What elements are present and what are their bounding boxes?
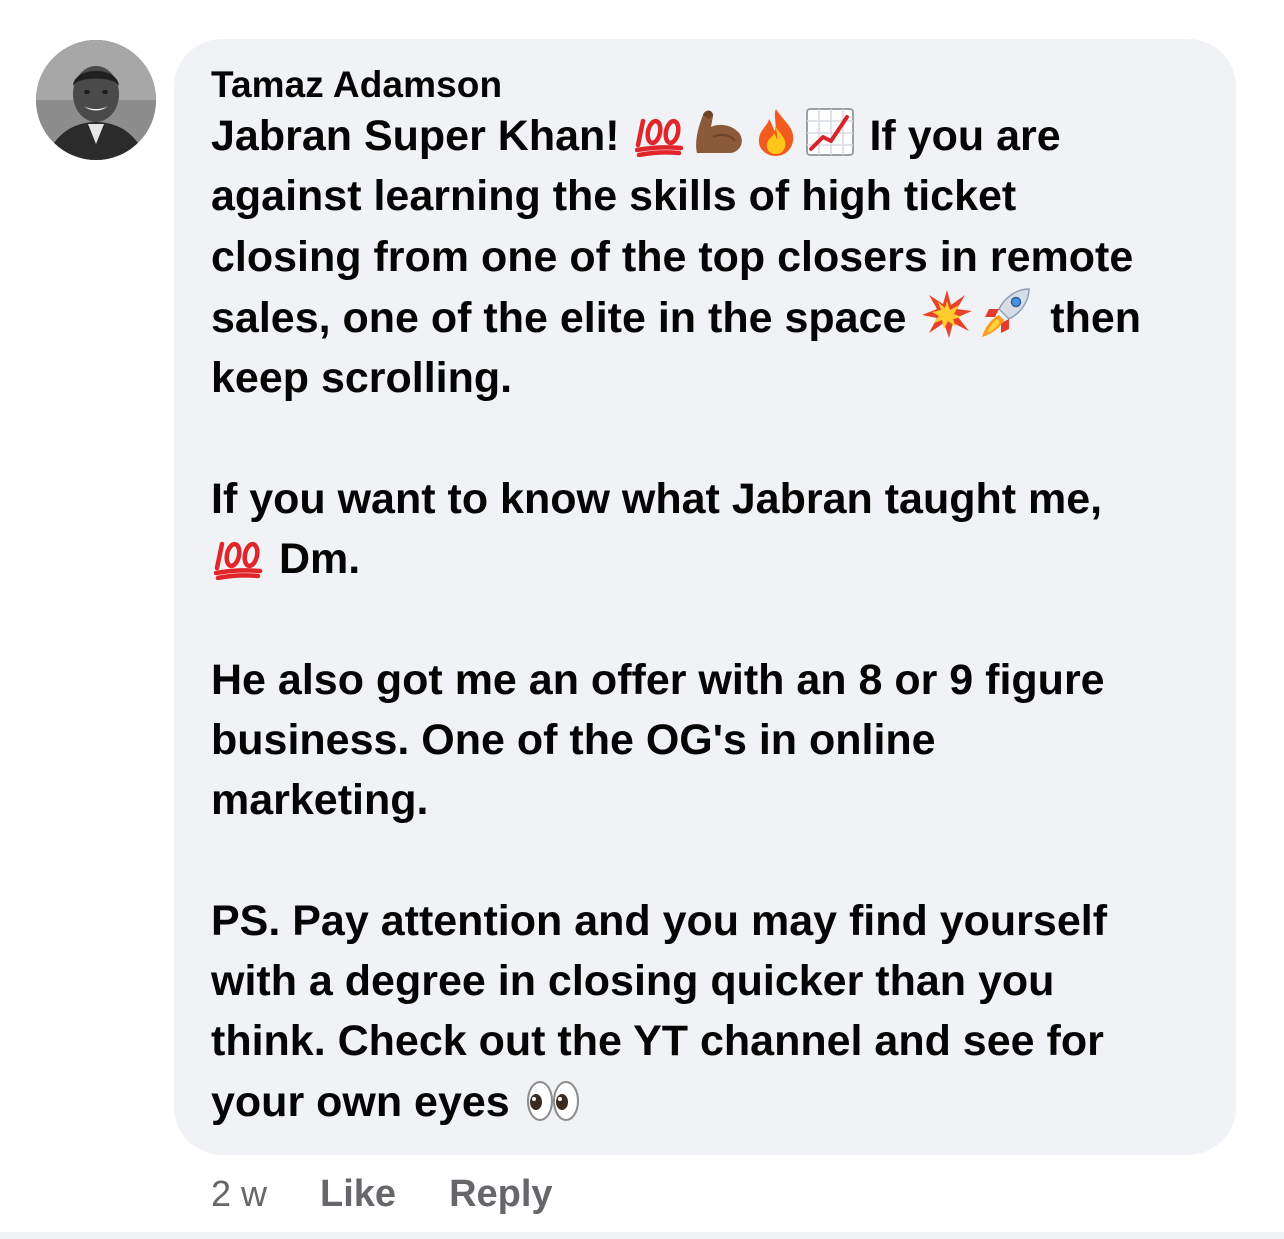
comment-paragraph: PS. Pay attention and you may find yours… bbox=[211, 891, 1212, 1132]
divider bbox=[0, 1232, 1284, 1239]
comment-text-line: marketing. bbox=[211, 776, 429, 825]
comment-text-line: He also got me an offer with an 8 or 9 f… bbox=[211, 655, 1105, 704]
hundred-points-icon bbox=[214, 534, 264, 581]
chart-increasing-icon bbox=[805, 107, 855, 157]
like-button[interactable]: Like bbox=[320, 1173, 396, 1216]
comment-text-line: think. Check out the YT channel and see … bbox=[211, 1017, 1104, 1066]
comment-text-line: your own eyes bbox=[211, 1077, 522, 1126]
comment-text-line: If you are bbox=[857, 112, 1061, 160]
comment-text-line: Jabran Super Khan! bbox=[211, 112, 632, 160]
comment-text-line: Dm. bbox=[267, 535, 361, 584]
avatar[interactable] bbox=[36, 40, 156, 160]
comment-text-line: then bbox=[1038, 293, 1142, 342]
comment-text-line: business. One of the OG's in online bbox=[211, 715, 936, 764]
comment-text-line: sales, one of the elite in the space bbox=[211, 293, 919, 342]
comment-paragraph: If you want to know what Jabran taught m… bbox=[211, 469, 1212, 590]
comment-paragraph: Jabran Super Khan! If you are against lea… bbox=[211, 106, 1212, 408]
comment-text-line: PS. Pay attention and you may find yours… bbox=[211, 896, 1108, 945]
comment-text-line: against learning the skills of high tick… bbox=[211, 172, 1017, 221]
fire-icon bbox=[753, 107, 799, 157]
eyes-icon bbox=[525, 1079, 581, 1123]
hundred-points-icon bbox=[634, 111, 685, 157]
flexed-biceps-icon bbox=[691, 107, 747, 157]
comment-text: Jabran Super Khan! If you are against lea… bbox=[211, 106, 1212, 1132]
comment-paragraph: He also got me an offer with an 8 or 9 f… bbox=[211, 650, 1212, 831]
comment-actions: 2 w Like Reply bbox=[211, 1168, 606, 1220]
comment-text-line: If you want to know what Jabran taught m… bbox=[211, 474, 1103, 523]
profile-photo bbox=[36, 40, 156, 160]
comment-text-line: closing from one of the top closers in r… bbox=[211, 232, 1134, 281]
comment-author[interactable]: Tamaz Adamson bbox=[211, 65, 1212, 105]
reply-button[interactable]: Reply bbox=[449, 1173, 552, 1216]
comment-timestamp[interactable]: 2 w bbox=[211, 1173, 267, 1215]
comment-bubble: Tamaz Adamson Jabran Super Khan! If you … bbox=[174, 39, 1236, 1155]
comment-text-line: keep scrolling. bbox=[211, 354, 513, 403]
collision-icon bbox=[921, 289, 973, 339]
comment-text-line: with a degree in closing quicker than yo… bbox=[211, 957, 1055, 1006]
rocket-icon bbox=[979, 287, 1035, 339]
